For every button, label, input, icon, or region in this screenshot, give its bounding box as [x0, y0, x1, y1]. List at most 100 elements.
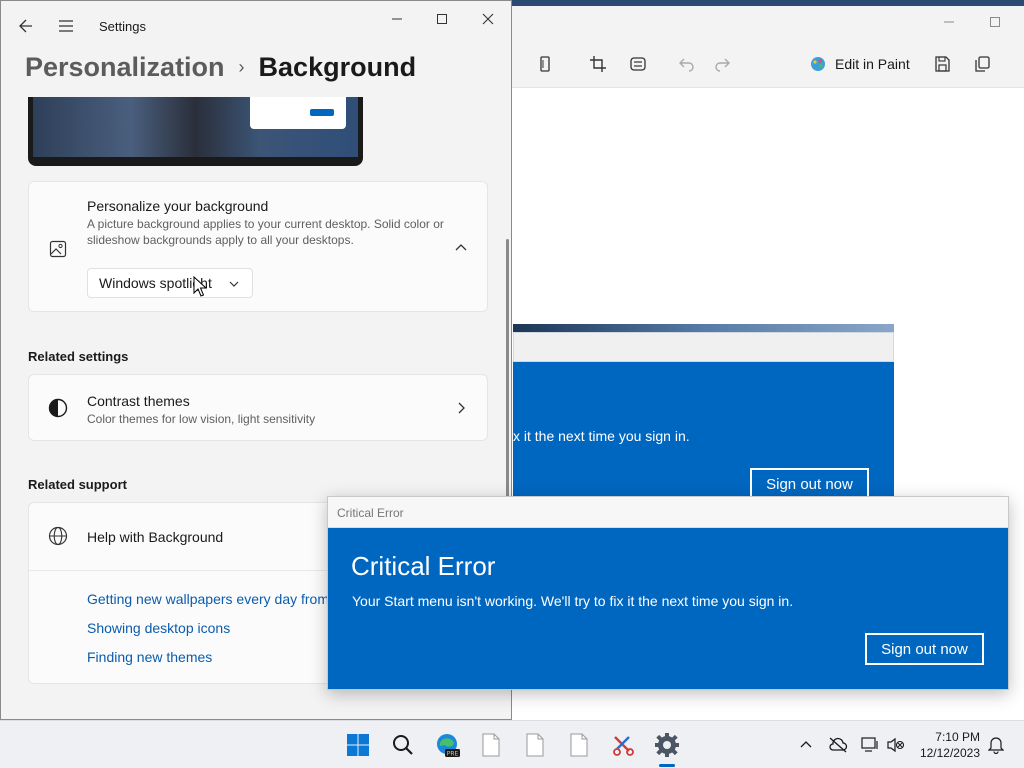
- file-icon: [526, 733, 544, 757]
- active-app-indicator: [659, 764, 675, 767]
- crop-button[interactable]: [586, 52, 610, 76]
- contrast-themes-subtitle: Color themes for low vision, light sensi…: [87, 412, 316, 426]
- image-wallpaper-strip: [513, 324, 894, 332]
- navigation-menu-button[interactable]: [55, 15, 77, 37]
- bell-icon: [988, 737, 1004, 754]
- save-button[interactable]: [930, 52, 954, 76]
- picture-icon: [47, 238, 69, 260]
- settings-window-title: Settings: [99, 19, 146, 34]
- screenshot-image: x it the next time you sign in. Sign out…: [513, 324, 894, 500]
- minimize-icon: [944, 21, 954, 23]
- personalize-description: A picture background applies to your cur…: [87, 217, 444, 247]
- settings-minimize-button[interactable]: [374, 7, 420, 31]
- file-button-3[interactable]: [563, 729, 595, 761]
- related-settings-heading: Related settings: [28, 349, 129, 364]
- breadcrumb: Personalization › Background: [25, 47, 416, 87]
- gear-icon: [655, 733, 679, 757]
- file-icon: [482, 733, 500, 757]
- background-type-dropdown[interactable]: Windows spotlight: [87, 268, 253, 298]
- breadcrumb-personalization[interactable]: Personalization: [25, 52, 225, 83]
- start-button[interactable]: [342, 729, 374, 761]
- undo-button[interactable]: [675, 52, 699, 76]
- link-desktop-icons[interactable]: Showing desktop icons: [87, 620, 230, 636]
- preview-window: [250, 97, 346, 129]
- settings-scrollbar[interactable]: [506, 239, 509, 499]
- edit-in-paint-button[interactable]: Edit in Paint: [809, 50, 910, 78]
- dialog-heading: Critical Error: [351, 551, 496, 581]
- search-icon: [393, 735, 413, 755]
- file-icon: [570, 733, 588, 757]
- edge-preview-button[interactable]: PRE: [431, 729, 463, 761]
- undo-icon: [679, 58, 694, 72]
- clock-date: 12/12/2023: [919, 746, 980, 760]
- windows-logo-icon: [347, 734, 369, 756]
- photos-minimize-button[interactable]: [937, 12, 961, 32]
- network-tray-button[interactable]: [860, 735, 880, 755]
- related-support-heading: Related support: [28, 477, 127, 492]
- edit-in-paint-label: Edit in Paint: [835, 56, 910, 72]
- redo-icon: [715, 58, 730, 72]
- volume-tray-button[interactable]: [886, 735, 906, 755]
- dialog-message: Your Start menu isn't working. We'll try…: [352, 593, 794, 609]
- adjust-button[interactable]: [626, 52, 650, 76]
- back-arrow-icon: [19, 19, 32, 33]
- copy-button[interactable]: [970, 52, 994, 76]
- settings-titlebar: Settings: [1, 1, 511, 51]
- clock[interactable]: 7:10 PM 12/12/2023: [912, 729, 980, 761]
- settings-taskbar-button[interactable]: [651, 729, 683, 761]
- photos-titlebar: [507, 6, 1024, 40]
- notifications-button[interactable]: [986, 735, 1006, 755]
- file-button-2[interactable]: [519, 729, 551, 761]
- show-hidden-icons-button[interactable]: [796, 735, 816, 755]
- hamburger-icon: [59, 20, 73, 32]
- maximize-icon: [437, 14, 447, 24]
- personalize-title: Personalize your background: [87, 198, 269, 214]
- contrast-icon: [47, 397, 69, 419]
- clock-time: 7:10 PM: [935, 730, 980, 744]
- page-title: Background: [258, 51, 417, 82]
- speaker-muted-icon: [887, 737, 905, 753]
- paint-icon: [811, 57, 825, 71]
- search-button[interactable]: [387, 729, 419, 761]
- network-monitor-icon: [861, 737, 878, 752]
- image-error-message: x it the next time you sign in.: [513, 428, 690, 444]
- image-titlebar: [513, 332, 894, 362]
- redo-button[interactable]: [710, 52, 734, 76]
- sign-out-now-button[interactable]: Sign out now: [865, 633, 984, 665]
- collapse-button[interactable]: [453, 240, 469, 256]
- dialog-titlebar: Critical Error: [328, 497, 1008, 528]
- settings-maximize-button[interactable]: [419, 7, 465, 31]
- back-button[interactable]: [15, 15, 37, 37]
- chevron-up-icon: [800, 741, 812, 748]
- snipping-tool-icon: [613, 736, 634, 756]
- adjust-icon: [630, 57, 646, 71]
- breadcrumb-separator: ›: [238, 56, 245, 77]
- critical-error-dialog: Critical Error Critical Error Your Start…: [327, 496, 1009, 690]
- chevron-right-icon: [453, 400, 469, 416]
- edge-icon: PRE: [437, 734, 460, 758]
- link-new-themes[interactable]: Finding new themes: [87, 649, 212, 665]
- minimize-icon: [392, 18, 402, 20]
- personalize-background-card: Personalize your background A picture ba…: [28, 181, 488, 312]
- contrast-themes-title: Contrast themes: [87, 393, 190, 409]
- help-with-background-title[interactable]: Help with Background: [87, 529, 223, 545]
- preview-accent-bar: [310, 109, 334, 116]
- maximize-icon: [990, 17, 1000, 27]
- chevron-down-icon: [229, 281, 239, 287]
- photos-maximize-button[interactable]: [983, 12, 1007, 32]
- copy-icon: [975, 56, 990, 72]
- chevron-up-icon: [455, 244, 467, 251]
- taskbar: PRE 7:10 PM 12/12/2023: [0, 720, 1024, 768]
- settings-close-button[interactable]: [465, 7, 511, 31]
- contrast-themes-card[interactable]: Contrast themes Color themes for low vis…: [28, 374, 488, 441]
- desktop-preview: [28, 97, 363, 166]
- onedrive-tray-button[interactable]: [828, 735, 848, 755]
- snipping-tool-button[interactable]: [607, 729, 639, 761]
- image-error-panel: x it the next time you sign in. Sign out…: [513, 362, 894, 500]
- file-button-1[interactable]: [475, 729, 507, 761]
- save-icon: [935, 56, 950, 72]
- link-new-wallpapers[interactable]: Getting new wallpapers every day from: [87, 591, 329, 607]
- close-icon: [482, 13, 494, 25]
- aspect-tool-button[interactable]: [533, 52, 557, 76]
- portrait-icon: [540, 56, 550, 72]
